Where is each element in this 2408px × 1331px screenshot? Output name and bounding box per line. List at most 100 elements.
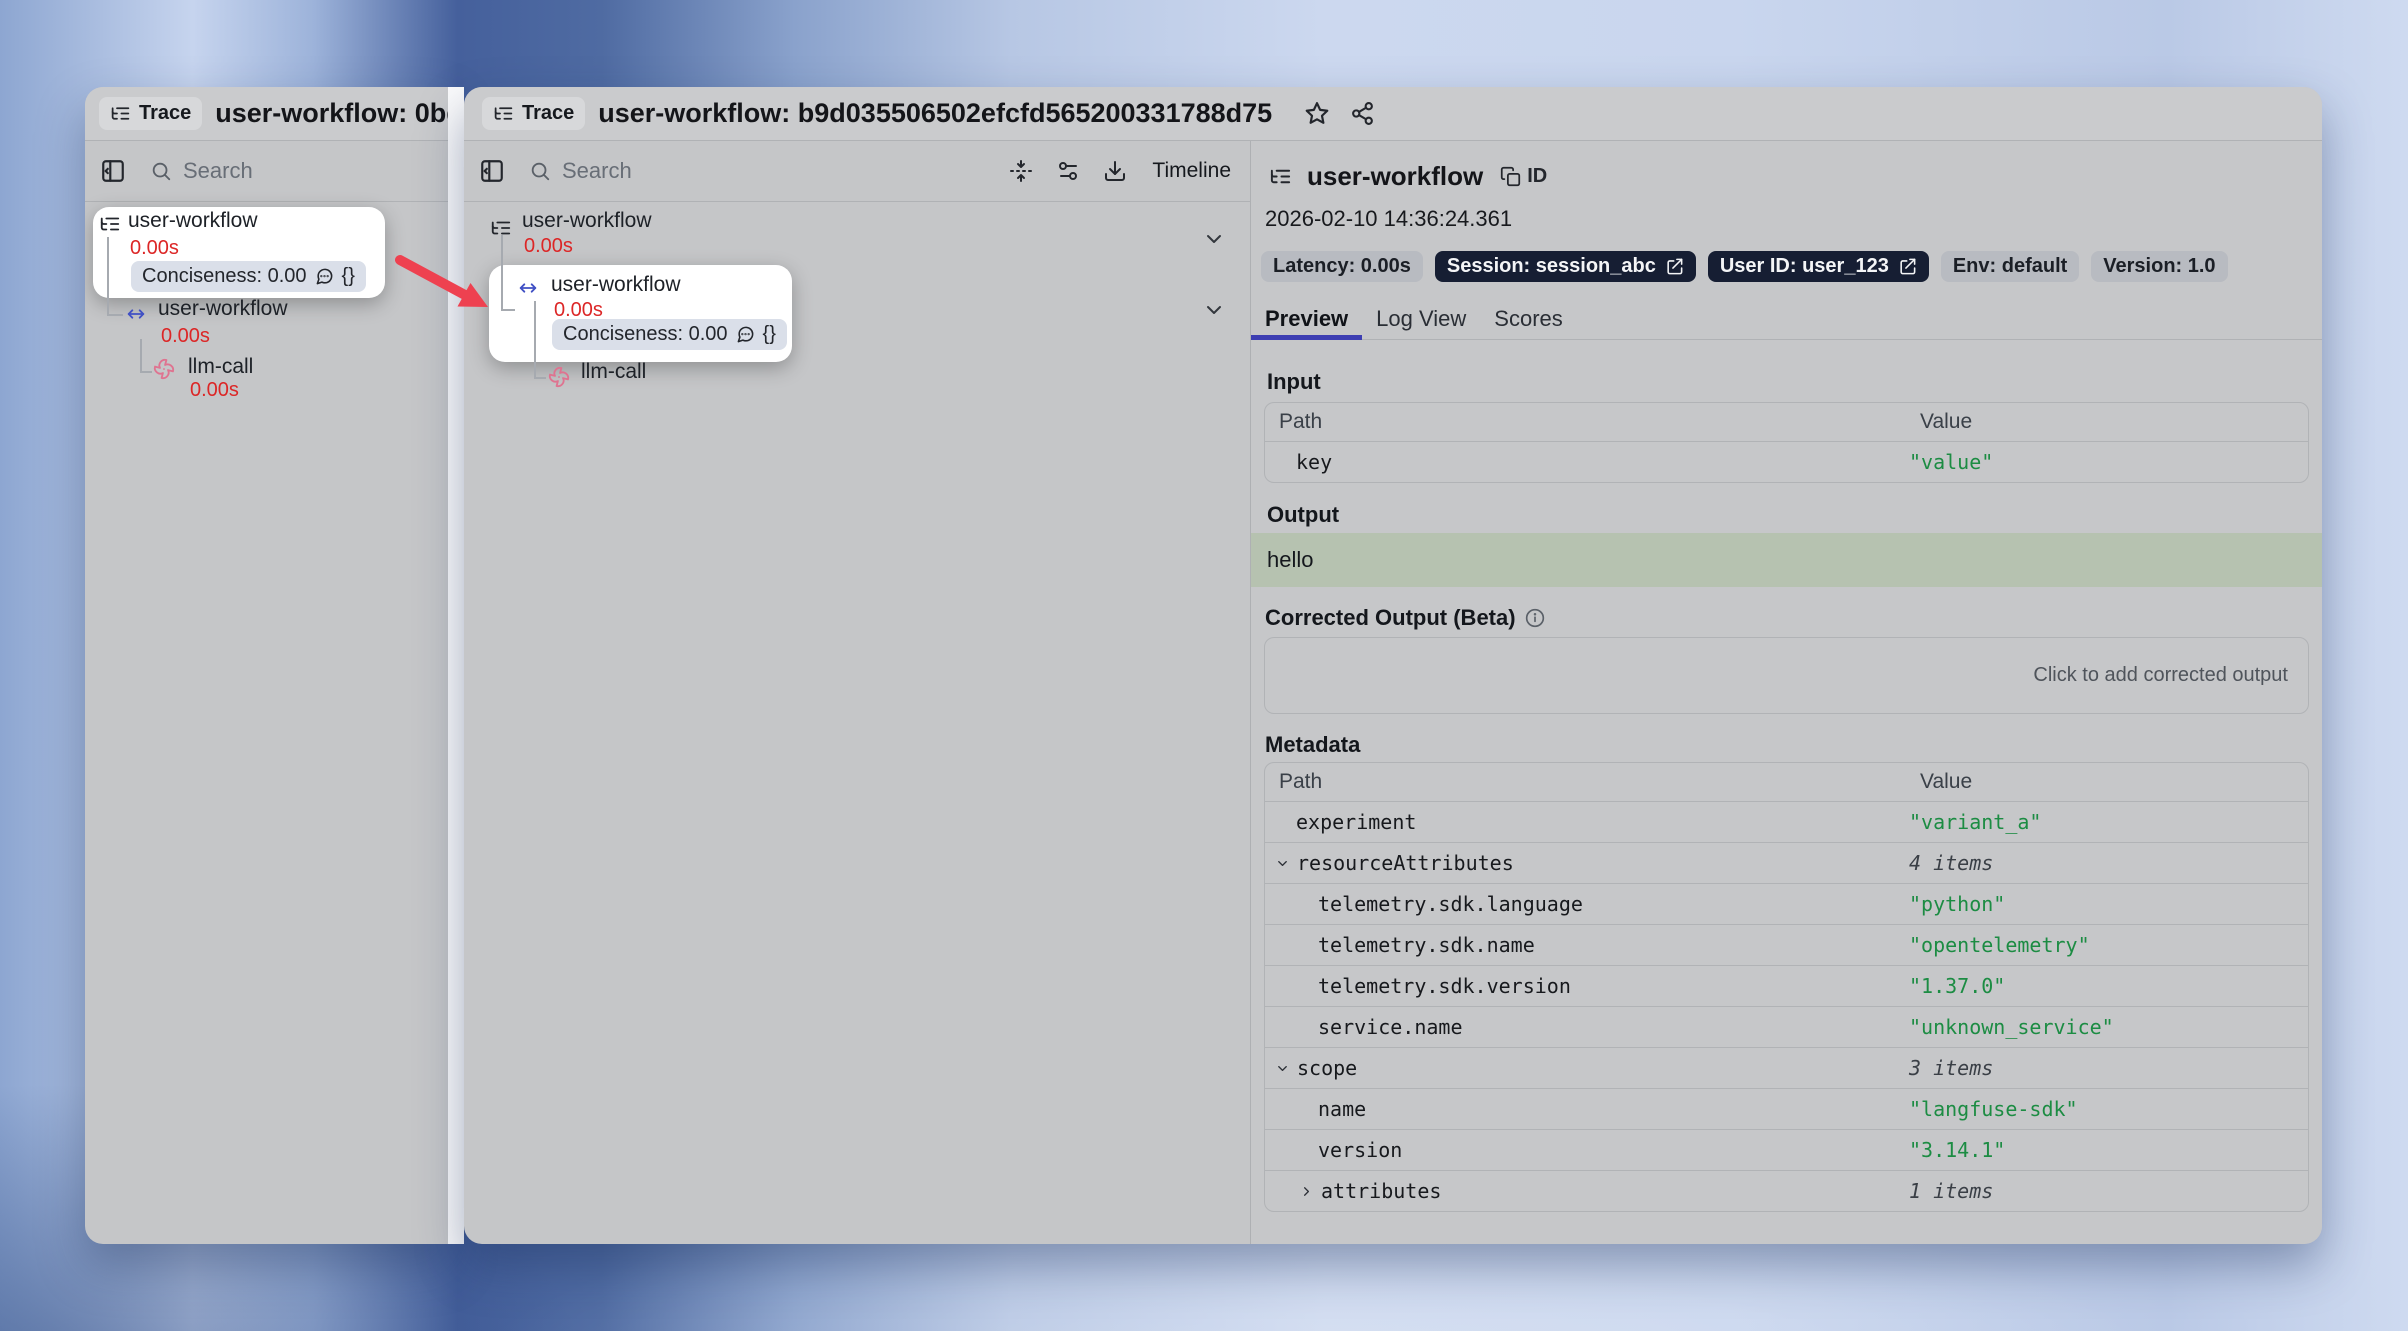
path-key: resourceAttributes [1297, 851, 1514, 875]
table-header-row: PathValue [1265, 763, 2308, 801]
score-badge-braces: {} [763, 323, 776, 346]
tab-scores[interactable]: Scores [1480, 298, 1576, 339]
path-key: telemetry.sdk.version [1318, 974, 1571, 998]
score-badge[interactable]: Conciseness: 0.00 {} [552, 319, 787, 350]
chevron-right-icon[interactable] [1299, 1184, 1314, 1199]
comment-icon [736, 325, 755, 344]
download-icon[interactable] [1103, 159, 1127, 183]
generation-fan-icon [548, 366, 570, 388]
score-badge-braces: {} [342, 265, 355, 288]
tree-node-label[interactable]: llm-call [581, 360, 646, 384]
badge-label: Latency: 0.00s [1273, 255, 1411, 278]
path-key: attributes [1321, 1179, 1441, 1203]
copy-id-icon[interactable] [1500, 166, 1521, 187]
list-tree-icon [110, 103, 131, 124]
generation-fan-icon [548, 366, 570, 388]
generation-fan-icon [153, 358, 175, 380]
star-icon[interactable] [1304, 101, 1330, 127]
share-icon[interactable] [1350, 101, 1375, 126]
download-icon[interactable] [1103, 159, 1127, 183]
info-icon[interactable] [1525, 608, 1545, 628]
corrected-output-box[interactable]: Click to add corrected output [1264, 637, 2309, 714]
copy-id-icon[interactable] [1500, 166, 1521, 187]
path-key: telemetry.sdk.name [1318, 933, 1535, 957]
table-row[interactable]: experiment"variant_a" [1265, 801, 2308, 842]
back-window-title: user-workflow: 0bde [215, 98, 448, 129]
score-badge-label: Conciseness: 0.00 [563, 323, 728, 346]
table-row[interactable]: resourceAttributes 4 items [1265, 842, 2308, 883]
table-row[interactable]: telemetry.sdk.name"opentelemetry" [1265, 924, 2308, 965]
tab-preview[interactable]: Preview [1251, 298, 1362, 339]
corrected-output-placeholder: Click to add corrected output [2033, 664, 2288, 687]
tree-guide-line [534, 377, 546, 379]
star-icon[interactable] [1304, 101, 1330, 127]
table-row[interactable]: attributes1 items [1265, 1170, 2308, 1211]
search-icon [150, 160, 172, 182]
share-icon[interactable] [1350, 101, 1375, 126]
path-key: experiment [1296, 810, 1416, 834]
info-icon[interactable] [1525, 608, 1545, 628]
search-icon [529, 160, 551, 182]
chevron-down-icon[interactable] [1202, 298, 1226, 322]
fold-vertical-icon[interactable] [1009, 159, 1033, 183]
id-label[interactable]: ID [1527, 165, 1547, 188]
trace-type-badge: Trace [99, 97, 202, 130]
value-cell: "value" [1909, 450, 1993, 474]
value-cell: 4 items [1909, 851, 1993, 875]
badge-label: Version: 1.0 [2103, 255, 2215, 278]
comment-icon [315, 267, 334, 286]
table-row[interactable]: name"langfuse-sdk" [1265, 1088, 2308, 1129]
chevron-down-icon[interactable] [1202, 298, 1226, 322]
chevron-down-icon[interactable] [1202, 227, 1226, 251]
search-input[interactable]: Search [183, 158, 253, 184]
timeline-toggle[interactable]: Timeline [1152, 159, 1231, 183]
panel-left-icon[interactable] [100, 158, 126, 184]
table-row[interactable]: telemetry.sdk.language"python" [1265, 883, 2308, 924]
tree-guide-line [107, 237, 109, 315]
tree-node-label[interactable]: user-workflow [551, 273, 681, 297]
span-type-icon [517, 277, 539, 299]
panel-left-icon[interactable] [100, 158, 126, 184]
search-input[interactable]: Search [562, 158, 632, 184]
panel-left-icon[interactable] [479, 158, 505, 184]
detail-header: user-workflow ID [1269, 161, 1547, 192]
list-tree-icon [493, 103, 514, 124]
search-icon [150, 160, 172, 182]
tree-node-label[interactable]: llm-call [188, 355, 253, 379]
external-link-icon[interactable] [1665, 257, 1684, 276]
corrected-output-heading-row: Corrected Output (Beta) [1265, 605, 1545, 631]
output-section-heading: Output [1267, 502, 1339, 528]
table-row[interactable]: scope3 items [1265, 1047, 2308, 1088]
input-table: PathValuekey"value" [1264, 402, 2309, 483]
tree-node-label[interactable]: user-workflow [158, 297, 288, 321]
front-window-titlebar: Trace user-workflow: b9d035506502efcfd56… [464, 87, 2322, 141]
score-badge[interactable]: Conciseness: 0.00 {} [131, 261, 366, 292]
external-link-icon[interactable] [1898, 257, 1917, 276]
tree-node-duration: 0.00s [161, 325, 210, 348]
table-row[interactable]: telemetry.sdk.version"1.37.0" [1265, 965, 2308, 1006]
panel-left-icon[interactable] [479, 158, 505, 184]
span-type-icon [125, 303, 147, 325]
tab-log-view[interactable]: Log View [1362, 298, 1480, 339]
trace-meta-badge: Env: default [1941, 251, 2079, 282]
chevron-down-icon[interactable] [1275, 1061, 1290, 1076]
settings-sliders-icon[interactable] [1056, 159, 1080, 183]
table-row[interactable]: service.name"unknown_service" [1265, 1006, 2308, 1047]
chevron-down-icon[interactable] [1202, 227, 1226, 251]
tree-node-label[interactable]: user-workflow [128, 209, 258, 233]
trace-meta-badge[interactable]: Session: session_abc [1435, 251, 1696, 282]
span-type-icon [125, 303, 147, 325]
fold-vertical-icon[interactable] [1009, 159, 1033, 183]
tree-node-label[interactable]: user-workflow [522, 209, 652, 233]
chevron-down-icon[interactable] [1275, 856, 1290, 871]
metadata-section-heading: Metadata [1265, 732, 1360, 758]
trace-meta-badge: Latency: 0.00s [1261, 251, 1423, 282]
table-row[interactable]: version"3.14.1" [1265, 1129, 2308, 1170]
settings-sliders-icon[interactable] [1056, 159, 1080, 183]
trace-meta-badge[interactable]: User ID: user_123 [1708, 251, 1929, 282]
table-row[interactable]: key"value" [1265, 441, 2308, 482]
list-tree-icon [110, 103, 131, 124]
output-value: hello [1267, 547, 1313, 573]
list-tree-icon [99, 213, 121, 235]
path-key: telemetry.sdk.language [1318, 892, 1583, 916]
